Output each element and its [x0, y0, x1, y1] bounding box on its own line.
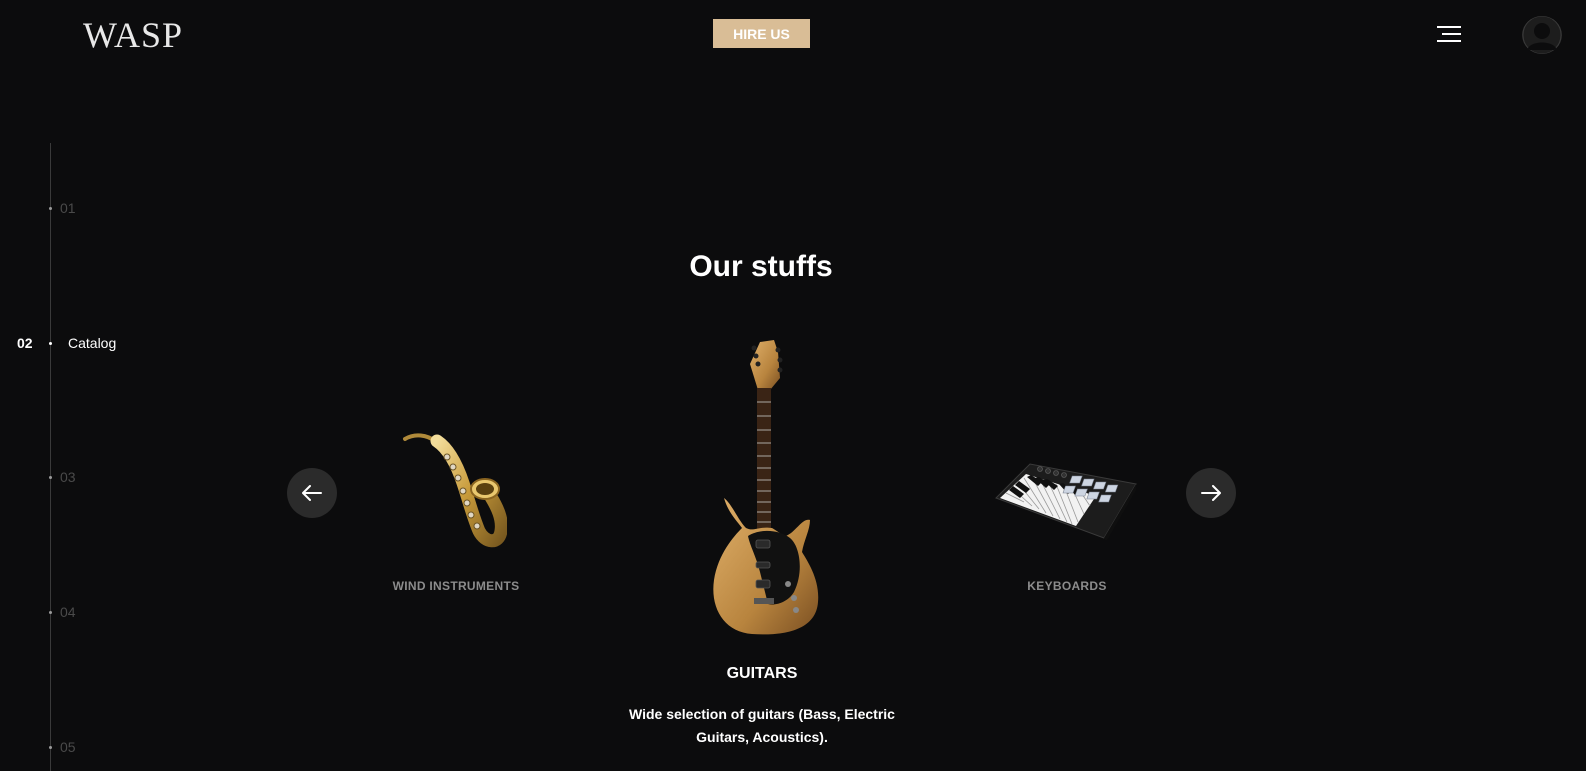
user-avatar[interactable]: [1522, 16, 1562, 54]
saxophone-icon: [403, 433, 507, 548]
timeline-number: 05: [60, 739, 76, 755]
timeline-item-02[interactable]: 02 Catalog: [0, 334, 200, 352]
timeline-item-05[interactable]: 05: [0, 738, 200, 756]
timeline-number: 04: [60, 604, 76, 620]
timeline-item-03[interactable]: 03: [0, 468, 200, 486]
arrow-right-icon: [1201, 485, 1221, 501]
timeline-dot: [49, 342, 52, 345]
catalog-item-title: GUITARS: [726, 665, 798, 682]
timeline-dot: [49, 611, 52, 614]
arrow-left-icon: [302, 485, 322, 501]
timeline-number: 03: [60, 469, 76, 485]
hamburger-menu-icon[interactable]: [1437, 25, 1461, 43]
hire-us-button[interactable]: HIRE US: [713, 19, 810, 48]
timeline-item-01[interactable]: 01: [0, 199, 200, 217]
timeline-label-catalog: Catalog: [68, 335, 117, 351]
timeline-number: 01: [60, 200, 76, 216]
logo[interactable]: WASP: [83, 14, 183, 56]
carousel-next-button[interactable]: [1186, 468, 1236, 518]
timeline-dot: [49, 207, 52, 210]
user-icon: [1522, 16, 1562, 54]
midi-keyboard-icon: [995, 463, 1137, 540]
carousel-prev-button[interactable]: [287, 468, 337, 518]
electric-guitar-icon: [713, 340, 819, 635]
timeline-dot: [49, 476, 52, 479]
timeline-dot: [49, 746, 52, 749]
catalog-item-label: WIND INSTRUMENTS: [392, 579, 520, 593]
timeline-line: [50, 143, 51, 771]
timeline-number: 02: [17, 335, 33, 351]
timeline-item-04[interactable]: 04: [0, 603, 200, 621]
catalog-item-description: Wide selection of guitars (Bass, Electri…: [629, 706, 895, 745]
section-title: Our stuffs: [689, 250, 833, 283]
catalog-item-label: KEYBOARDS: [1027, 579, 1107, 593]
